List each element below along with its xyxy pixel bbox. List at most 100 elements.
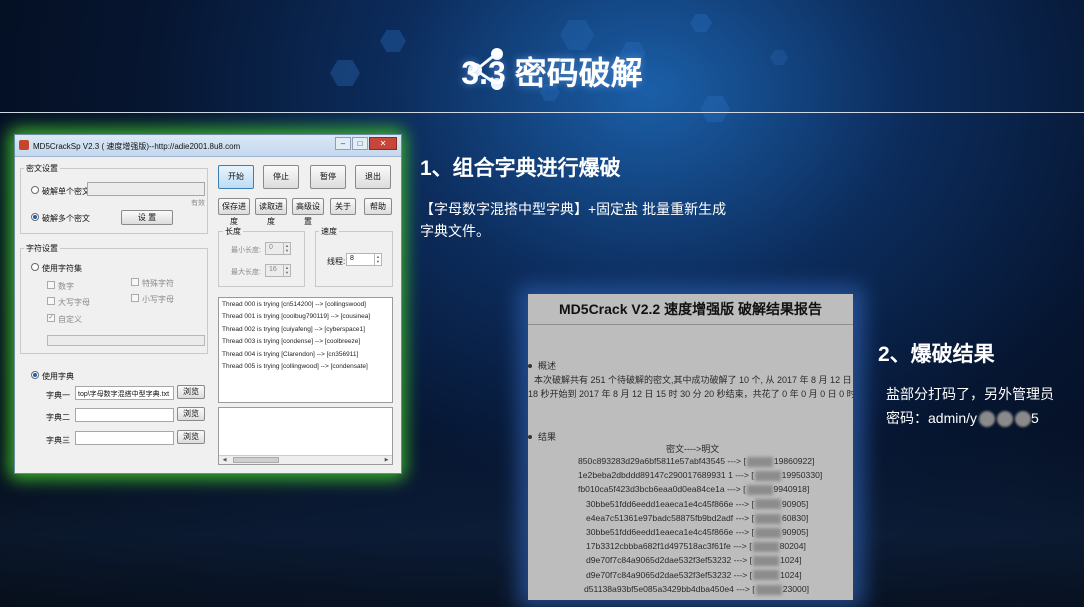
title-divider (0, 112, 1084, 113)
redaction-mask (754, 470, 781, 481)
section1-text-line1: 【字母数字混搭中型字典】+固定盐 批量重新生成 (420, 201, 727, 217)
spinner-arrows-icon[interactable]: ▲ ▼ (283, 265, 290, 276)
report-divider (528, 324, 853, 325)
result-arrow: ---> [ (731, 555, 753, 566)
use-charset-radio[interactable] (31, 263, 39, 271)
result-row: fb010ca5f423d3bcb6eaa0d0ea84ce1a ---> [9… (578, 484, 848, 496)
scroll-right-icon[interactable]: ▶ (382, 456, 391, 464)
result-row: d9e70f7c84a9065d2dae532f3ef53232 ---> [1… (586, 555, 853, 567)
scroll-left-icon[interactable]: ◀ (220, 456, 229, 464)
background-hexagon (560, 20, 594, 50)
result-row: 30bbe51fdd6eedd1eaeca1e4c45f866e ---> [9… (586, 499, 853, 510)
minimize-icon[interactable]: – (335, 137, 351, 150)
result-plaintext: 19950330] (781, 470, 823, 481)
use-dictionary-radio[interactable] (31, 371, 39, 379)
about-button[interactable]: 关于 (330, 198, 356, 215)
use-dictionary-label: 使用字典 (42, 372, 74, 381)
app-icon (19, 140, 29, 150)
threads-spinner[interactable]: 8 ▲ ▼ (346, 253, 382, 266)
result-hash: 1e2beba2dbddd89147c290017689931 1 (578, 470, 733, 481)
horizontal-scrollbar[interactable]: ◀ ▶ (219, 455, 392, 464)
max-length-spinner[interactable]: 16 ▲ ▼ (265, 264, 291, 277)
bullet-icon (528, 364, 532, 368)
thread-log[interactable]: Thread 000 is trying [cn514200] --> [col… (218, 297, 393, 403)
ciphertext-settings-label: 密文设置 (24, 163, 60, 174)
speed-group-label: 速度 (319, 226, 339, 237)
redaction-mask (754, 527, 781, 538)
redaction-mask (753, 556, 780, 567)
window-title: MD5CrackSp V2.3 ( 速度增强版)--http://adie200… (33, 142, 241, 151)
uppercase-label: 大写字母 (58, 298, 90, 307)
custom-charset-field[interactable] (47, 335, 205, 346)
ciphertext-settings-button[interactable]: 设 置 (121, 210, 173, 225)
length-group-label: 长度 (223, 226, 243, 237)
dictionary3-browse-button[interactable]: 浏览 (177, 430, 205, 444)
window-titlebar[interactable]: MD5CrackSp V2.3 ( 速度增强版)--http://adie200… (15, 135, 401, 157)
result-row: d51138a93bf5e085a3429bb4dba450e4 ---> [2… (584, 584, 853, 595)
single-ciphertext-input[interactable] (87, 182, 205, 196)
results-heading: 结果 (538, 432, 557, 442)
maximize-icon[interactable]: □ (352, 137, 368, 150)
background-hexagon (690, 14, 712, 32)
result-row: 1e2beba2dbddd89147c290017689931 1 ---> [… (578, 470, 848, 481)
stop-button[interactable]: 停止 (263, 165, 299, 189)
close-icon[interactable]: ✕ (369, 137, 397, 150)
section2-text-line1: 盐部分打码了，另外管理员 (886, 386, 1054, 402)
result-arrow: ---> [ (733, 527, 754, 537)
result-plaintext: 80204] (779, 541, 806, 552)
special-chars-checkbox[interactable] (131, 278, 139, 286)
result-arrow: ---> [ (731, 569, 753, 580)
result-arrow: ---> [ (730, 541, 752, 552)
custom-label: 自定义 (58, 315, 82, 324)
dictionary1-browse-button[interactable]: 浏览 (177, 385, 205, 399)
max-length-value: 16 (269, 266, 277, 273)
scrollbar-thumb[interactable] (233, 457, 279, 463)
custom-checkbox[interactable]: ✓ (47, 314, 55, 322)
md5crack-window: MD5CrackSp V2.3 ( 速度增强版)--http://adie200… (14, 134, 402, 474)
log-line: Thread 002 is trying [cuiyafeng] --> [cy… (222, 325, 365, 333)
dictionary2-input[interactable] (75, 408, 174, 422)
redaction-mask (997, 411, 1014, 428)
dictionary2-label: 字典二 (46, 413, 70, 422)
result-hash: 30bbe51fdd6eedd1eaeca1e4c45f866e (586, 498, 734, 509)
report-title: MD5Crack V2.2 速度增强版 破解结果报告 (559, 301, 822, 317)
result-plaintext: 1024] (780, 555, 802, 566)
lowercase-checkbox[interactable] (131, 294, 139, 302)
spinner-arrows-icon[interactable]: ▲ ▼ (374, 254, 381, 265)
pause-button[interactable]: 暂停 (310, 165, 346, 189)
multi-ciphertext-radio[interactable] (31, 213, 39, 221)
result-plaintext: 60830] (781, 512, 809, 523)
redaction-mask (754, 499, 781, 510)
start-button[interactable]: 开始 (218, 165, 254, 189)
exit-button[interactable]: 退出 (355, 165, 391, 189)
uppercase-checkbox[interactable] (47, 297, 55, 305)
dictionary1-input[interactable]: top\字母数字混搭中型字典.txt (75, 386, 174, 400)
advanced-settings-button[interactable]: 高级设置 (292, 198, 324, 226)
overview-line1: 本次破解共有 251 个待破解的密文,其中成功破解了 10 个, 从 2017 … (534, 375, 853, 385)
overview-heading: 概述 (538, 361, 557, 371)
single-ciphertext-radio[interactable] (31, 186, 39, 194)
dictionary3-input[interactable] (75, 431, 174, 445)
redaction-mask (753, 570, 780, 581)
load-progress-button[interactable]: 读取进度 (255, 198, 287, 226)
section1-text-line2: 字典文件。 (420, 223, 490, 239)
help-button[interactable]: 帮助 (364, 198, 392, 215)
dictionary1-label: 字典一 (46, 391, 70, 400)
log-line: Thread 000 is trying [cn514200] --> [col… (222, 301, 366, 308)
results-header: 密文---->明文 (666, 444, 720, 454)
result-arrow: ---> [ (725, 456, 746, 466)
digits-label: 数字 (58, 282, 74, 291)
ciphertext-settings-group (20, 168, 208, 234)
length-group (218, 231, 305, 287)
min-length-spinner[interactable]: 0 ▲ ▼ (265, 242, 291, 255)
dictionary3-label: 字典三 (46, 436, 70, 445)
lowercase-label: 小写字母 (142, 295, 174, 304)
dictionary2-browse-button[interactable]: 浏览 (177, 407, 205, 421)
result-plaintext: 9940918] (773, 484, 810, 495)
redaction-mask (746, 456, 773, 467)
output-box[interactable]: ◀ ▶ (218, 407, 393, 465)
save-progress-button[interactable]: 保存进度 (218, 198, 250, 226)
digits-checkbox[interactable] (47, 281, 55, 289)
password-suffix: 5 (1031, 410, 1039, 426)
spinner-arrows-icon[interactable]: ▲ ▼ (283, 243, 290, 254)
